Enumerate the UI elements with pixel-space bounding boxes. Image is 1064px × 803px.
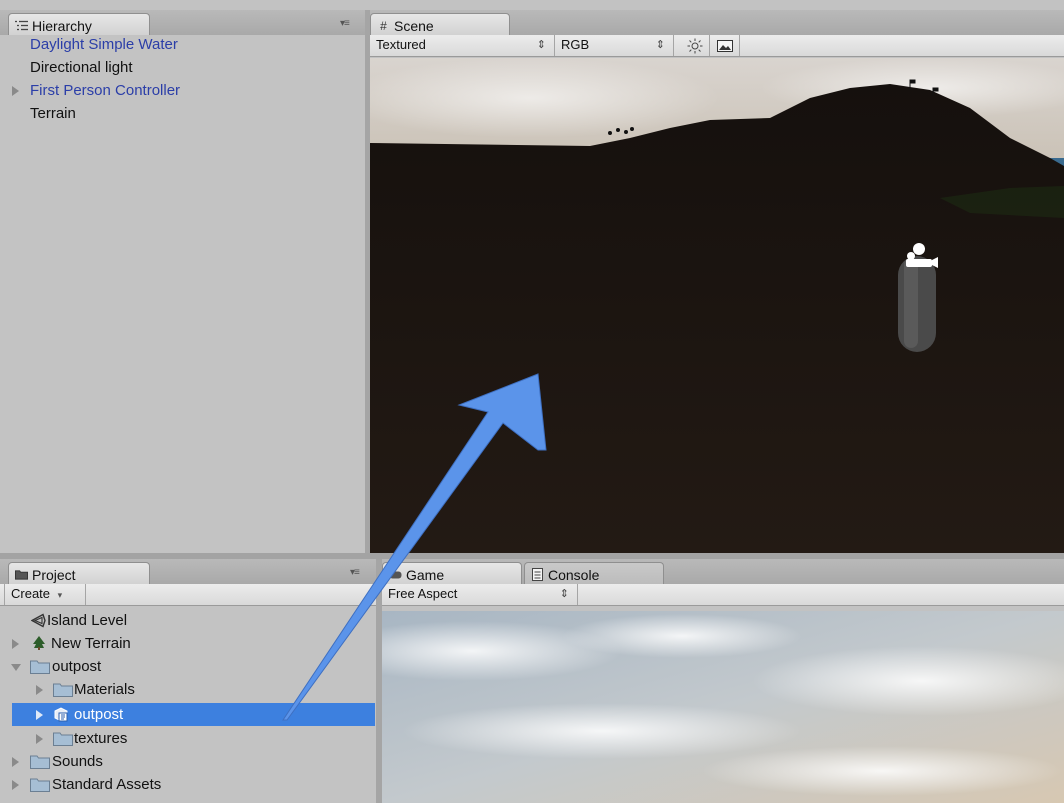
annotation-arrow (282, 373, 547, 721)
unity-editor-window: Hierarchy ▾≡ Daylight Simple Water Direc… (0, 0, 1064, 803)
